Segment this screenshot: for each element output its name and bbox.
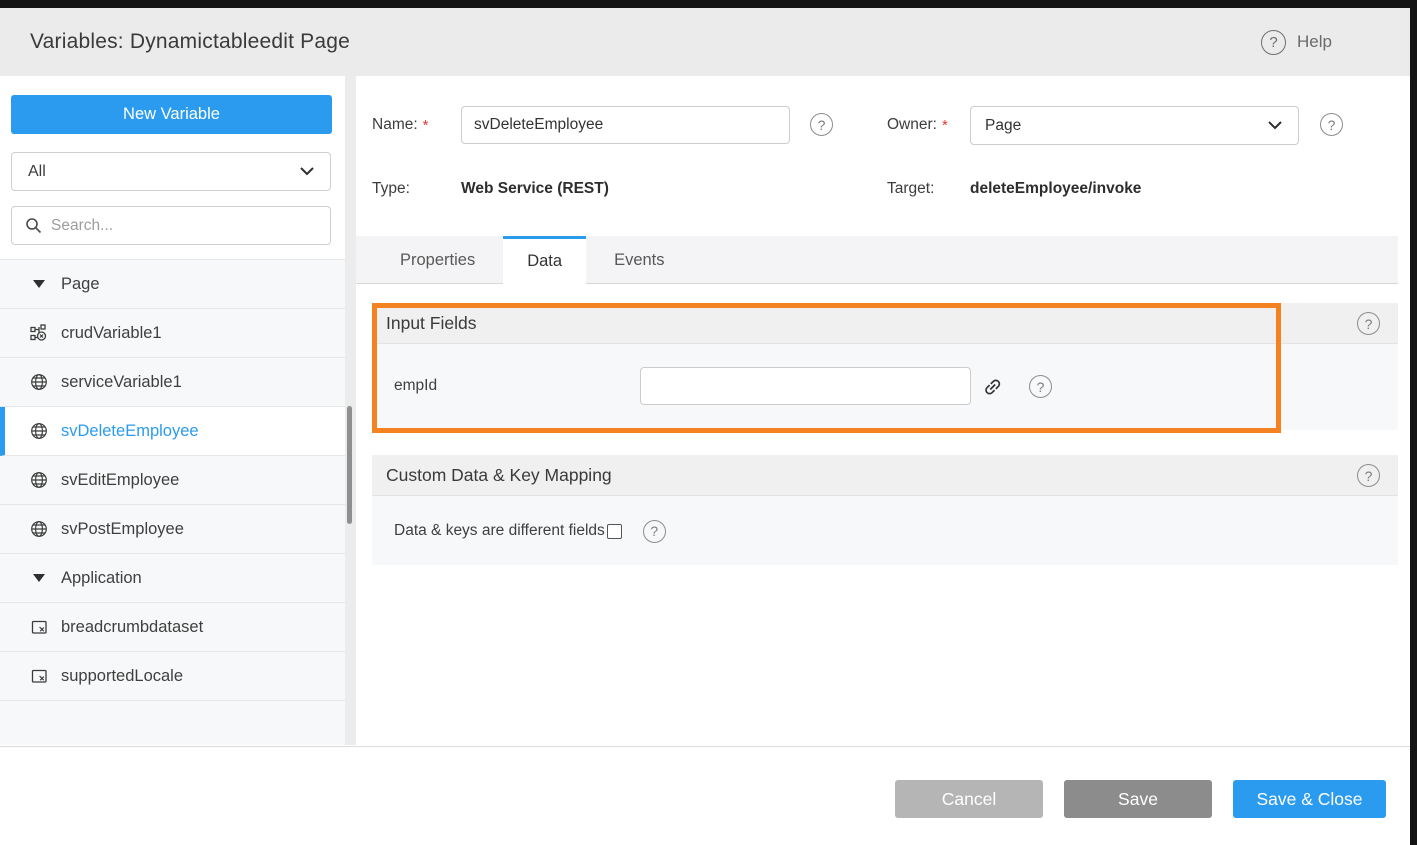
name-help-icon[interactable]: ? (810, 113, 833, 136)
dialog-title: Variables: Dynamictableedit Page (30, 30, 350, 54)
model-variable-icon (30, 618, 48, 636)
variable-row-supportedlocale[interactable]: supportedLocale (0, 652, 345, 701)
custom-mapping-help-icon[interactable]: ? (1357, 464, 1380, 487)
variable-row-svdeleteemployee[interactable]: svDeleteEmployee (0, 407, 345, 456)
owner-label-group: Owner: * (887, 106, 948, 144)
custom-mapping-header: Custom Data & Key Mapping ? (372, 455, 1398, 496)
variable-search-box (11, 206, 331, 245)
search-input[interactable] (51, 217, 318, 235)
empid-help-icon[interactable]: ? (1029, 375, 1052, 398)
crud-variable-icon (30, 324, 48, 342)
variable-row-crudvariable1[interactable]: crudVariable1 (0, 309, 345, 358)
type-label: Type: (372, 170, 410, 208)
service-variable-icon (30, 373, 48, 391)
checkbox-help-icon[interactable]: ? (643, 520, 666, 543)
owner-select[interactable]: Page (970, 106, 1299, 145)
variable-row-svpostemployee[interactable]: svPostEmployee (0, 505, 345, 554)
background-app-strip (0, 0, 1417, 8)
bind-link-icon[interactable] (976, 371, 1007, 402)
chevron-down-icon (298, 163, 316, 181)
input-fields-header: Input Fields ? (372, 303, 1398, 344)
variable-row-servicevariable1[interactable]: serviceVariable1 (0, 358, 345, 407)
custom-mapping-row: Data & keys are different fields ? (372, 496, 1398, 566)
owner-selected-value: Page (985, 117, 1266, 135)
tab-properties[interactable]: Properties (372, 236, 503, 284)
input-field-row: empId ? (372, 344, 1398, 428)
type-value: Web Service (REST) (461, 170, 609, 208)
checkbox-label: Data & keys are different fields (394, 522, 605, 540)
footer-divider (0, 746, 1410, 747)
input-fields-help-icon[interactable]: ? (1357, 312, 1380, 335)
tab-events[interactable]: Events (586, 236, 692, 284)
owner-label: Owner: (887, 116, 937, 134)
custom-mapping-title: Custom Data & Key Mapping (386, 465, 612, 486)
name-input[interactable] (461, 106, 790, 144)
collapse-triangle-icon (30, 569, 48, 587)
variable-filter-select[interactable]: All (11, 152, 331, 191)
custom-mapping-section: Custom Data & Key Mapping ? Data & keys … (372, 455, 1398, 565)
save-and-close-button[interactable]: Save & Close (1233, 780, 1386, 818)
group-row-application[interactable]: Application (0, 554, 345, 603)
chevron-down-icon (1266, 117, 1284, 135)
help-button[interactable]: ? Help (1261, 8, 1332, 76)
tab-bar: Properties Data Events (356, 236, 1398, 284)
new-variable-button[interactable]: New Variable (11, 95, 332, 134)
model-variable-icon (30, 667, 48, 685)
data-keys-checkbox[interactable] (607, 524, 622, 539)
filter-selected-value: All (28, 163, 298, 181)
service-variable-icon (30, 520, 48, 538)
name-label: Name: (372, 116, 418, 134)
search-icon (24, 217, 42, 235)
service-variable-icon (30, 422, 48, 440)
variable-row-sveditemployee[interactable]: svEditEmployee (0, 456, 345, 505)
help-icon: ? (1261, 30, 1286, 55)
owner-help-icon[interactable]: ? (1320, 113, 1343, 136)
required-asterisk: * (423, 117, 429, 134)
empid-value-input[interactable] (640, 367, 971, 405)
input-fields-section: Input Fields ? empId ? (372, 303, 1398, 430)
target-value: deleteEmployee/invoke (970, 170, 1141, 208)
dialog-header: Variables: Dynamictableedit Page ? Help (0, 8, 1410, 76)
group-row-page[interactable]: Page (0, 260, 345, 309)
field-label-empid: empId (394, 344, 437, 428)
input-fields-title: Input Fields (386, 313, 476, 334)
name-label-group: Name: * (372, 106, 429, 144)
save-button[interactable]: Save (1064, 780, 1212, 818)
sidebar-scrollbar-thumb[interactable] (347, 406, 352, 524)
collapse-triangle-icon (30, 275, 48, 293)
help-label: Help (1297, 32, 1332, 52)
tab-data[interactable]: Data (503, 236, 586, 290)
variable-list: Page crudVariable1 serviceVariable1 sv (0, 259, 345, 745)
target-label: Target: (887, 170, 934, 208)
service-variable-icon (30, 471, 48, 489)
variable-row-breadcrumbdataset[interactable]: breadcrumbdataset (0, 603, 345, 652)
required-asterisk: * (942, 117, 948, 134)
cancel-button[interactable]: Cancel (895, 780, 1043, 818)
